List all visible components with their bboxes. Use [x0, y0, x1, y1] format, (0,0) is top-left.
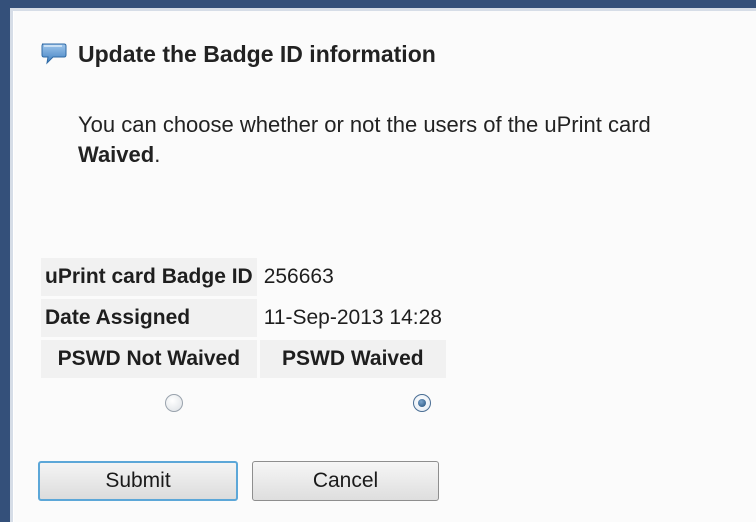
- badge-info-table: uPrint card Badge ID 256663 Date Assigne…: [38, 255, 449, 381]
- description-end: .: [154, 142, 161, 167]
- date-assigned-value: 11-Sep-2013 14:28: [263, 306, 442, 329]
- page-title: Update the Badge ID information: [78, 40, 436, 67]
- description-bold: Waived: [78, 142, 155, 167]
- window-frame-left: [0, 0, 10, 522]
- badge-id-value: 256663: [263, 265, 334, 288]
- table-row: uPrint card Badge ID 256663: [41, 258, 446, 296]
- description-text: You can choose whether or not the users …: [78, 110, 651, 170]
- submit-button[interactable]: Submit: [38, 461, 238, 501]
- pswd-not-waived-label: PSWD Not Waived: [41, 340, 257, 378]
- window-frame-top: [0, 0, 756, 8]
- date-assigned-label: Date Assigned: [41, 299, 257, 337]
- pswd-waived-label: PSWD Waived: [259, 340, 446, 378]
- cancel-button[interactable]: Cancel: [252, 461, 439, 501]
- badge-id-label: uPrint card Badge ID: [41, 258, 257, 296]
- pswd-not-waived-radio[interactable]: [165, 394, 183, 412]
- pswd-waived-radio[interactable]: [413, 394, 431, 412]
- description-line: You can choose whether or not the users …: [78, 112, 651, 137]
- table-row: PSWD Not Waived PSWD Waived: [41, 340, 446, 378]
- window-frame-left-inner: [10, 8, 13, 522]
- table-row: Date Assigned 11-Sep-2013 14:28: [41, 299, 446, 337]
- speech-bubble-icon: [40, 43, 68, 65]
- section-header: Update the Badge ID information: [40, 40, 436, 68]
